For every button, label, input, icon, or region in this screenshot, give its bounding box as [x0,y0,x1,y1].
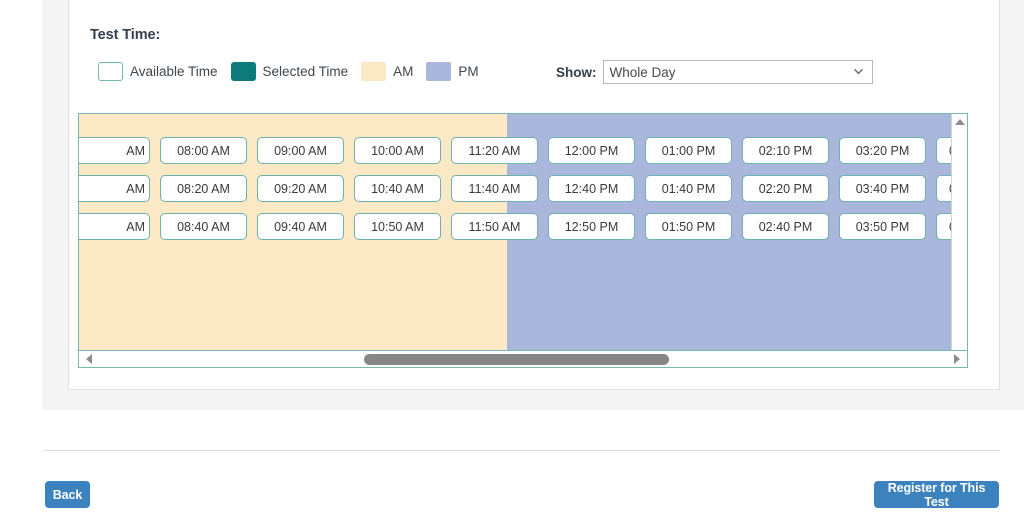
time-slot-button[interactable]: 02:10 PM [742,137,829,164]
time-slot-button[interactable]: 09:40 AM [257,213,344,240]
scroll-up-arrow-icon[interactable] [952,114,967,130]
available-time-swatch [98,61,123,81]
scroll-left-arrow-icon[interactable] [81,351,97,367]
time-slot-button[interactable]: 11:40 AM [451,175,538,202]
scroll-right-arrow-icon[interactable] [949,351,965,367]
time-slot-button[interactable]: AM [79,213,150,240]
time-slot-button[interactable]: 03:20 PM [839,137,926,164]
time-slot-button[interactable]: 01:40 PM [645,175,732,202]
time-slot-button[interactable]: AM [79,137,150,164]
time-slot-button[interactable]: AM [79,175,150,202]
show-select-value: Whole Day [609,64,676,80]
time-slot-button[interactable]: 03:40 PM [839,175,926,202]
horizontal-scrollbar[interactable] [78,350,968,368]
time-slot-button[interactable]: 10:40 AM [354,175,441,202]
time-slot-button[interactable]: 11:20 AM [451,137,538,164]
legend-label-available: Available Time [130,63,218,79]
time-slot-button[interactable]: 08:00 AM [160,137,247,164]
legend: Available Time Selected Time AM PM [98,61,492,81]
footer-divider [44,450,1000,451]
time-slot-button[interactable]: 08:20 AM [160,175,247,202]
time-slot-button[interactable]: 10:50 AM [354,213,441,240]
time-slot-button[interactable]: 10:00 AM [354,137,441,164]
back-button[interactable]: Back [45,481,90,508]
time-slot-button[interactable]: 09:20 AM [257,175,344,202]
time-slot-button[interactable]: 09:00 AM [257,137,344,164]
register-for-this-test-button[interactable]: Register for This Test [874,481,999,509]
time-slot-row: AM 08:40 AM 09:40 AM 10:50 AM 11:50 AM 12:50 … [79,213,967,240]
time-slot-grid[interactable]: AM 08:00 AM 09:00 AM 10:00 AM 11:20 AM 12:00 … [78,113,968,366]
time-slot-row: AM 08:20 AM 09:20 AM 10:40 AM 11:40 AM 12:40 … [79,175,967,202]
time-slot-button[interactable]: 08:40 AM [160,213,247,240]
chevron-down-icon [853,67,863,76]
selected-time-swatch [230,61,256,81]
time-slot-button[interactable]: 12:50 PM [548,213,635,240]
time-slot-button[interactable]: 03:50 PM [839,213,926,240]
time-slot-button[interactable]: 01:00 PM [645,137,732,164]
time-slot-button[interactable]: 12:00 PM [548,137,635,164]
time-slots-layer: AM 08:00 AM 09:00 AM 10:00 AM 11:20 AM 12:00 … [79,114,967,365]
legend-label-pm: PM [458,63,479,79]
vertical-scrollbar[interactable] [951,114,967,365]
am-swatch [361,61,387,81]
time-slot-button[interactable]: 12:40 PM [548,175,635,202]
time-slot-button[interactable]: 02:20 PM [742,175,829,202]
horizontal-scrollbar-thumb[interactable] [364,354,669,365]
legend-label-selected: Selected Time [262,63,349,79]
legend-label-am: AM [393,63,414,79]
time-slot-row: AM 08:00 AM 09:00 AM 10:00 AM 11:20 AM 12:00 … [79,137,967,164]
time-slot-button[interactable]: 02:40 PM [742,213,829,240]
show-select[interactable]: Whole Day [602,60,873,84]
show-label: Show: [556,64,597,80]
time-slot-button[interactable]: 11:50 AM [451,213,538,240]
page-title: Test Time: [90,27,161,43]
time-slot-button[interactable]: 01:50 PM [645,213,732,240]
show-filter: Show: Whole Day [556,60,873,84]
pm-swatch [426,61,452,81]
